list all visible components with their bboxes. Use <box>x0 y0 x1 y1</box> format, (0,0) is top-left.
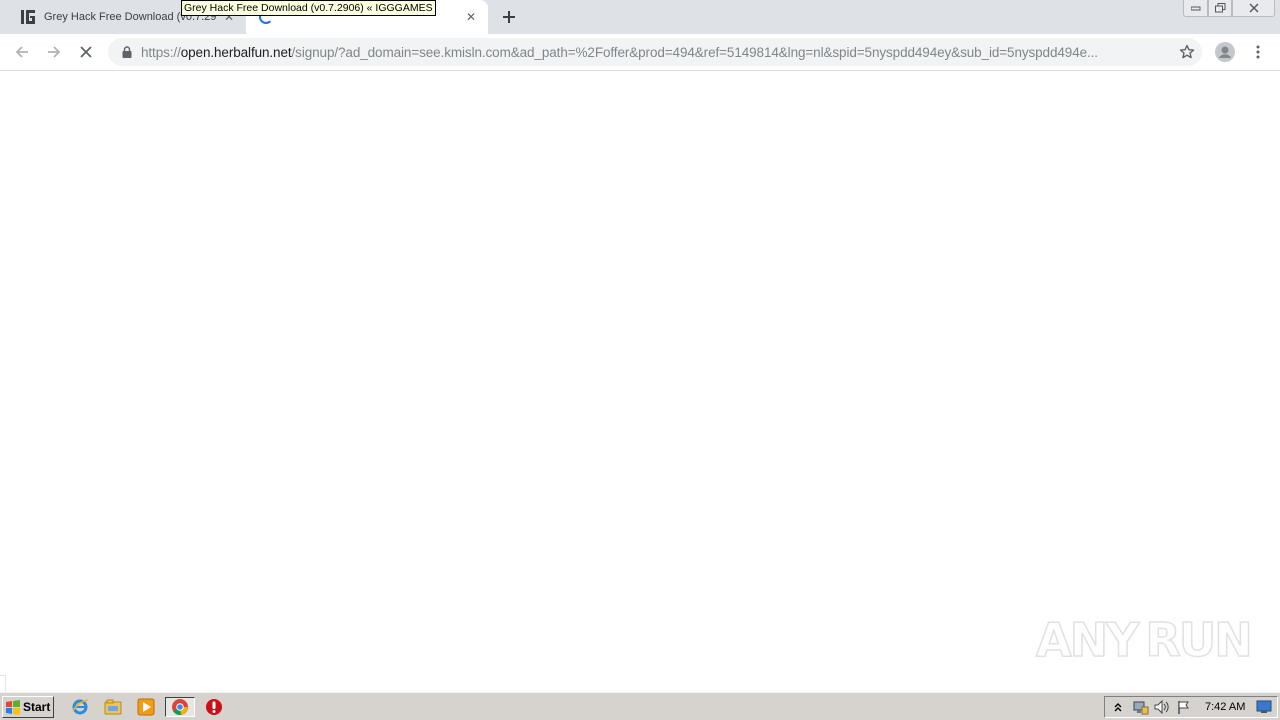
close-window-button[interactable] <box>1232 0 1275 17</box>
avatar-icon <box>1215 42 1235 62</box>
address-bar[interactable]: https://open.herbalfun.net/signup/?ad_do… <box>108 38 1202 66</box>
chrome-icon <box>172 699 188 716</box>
media-player-icon <box>137 698 155 716</box>
back-arrow-icon <box>15 46 28 58</box>
chrome-menu-button[interactable] <box>1245 39 1271 65</box>
start-label: Start <box>23 700 51 714</box>
network-icon[interactable] <box>1131 698 1149 716</box>
watermark-right: RUN <box>1145 612 1254 668</box>
maximize-button[interactable] <box>1208 0 1232 17</box>
url-scheme: https:// <box>141 44 181 60</box>
minimize-icon <box>1190 6 1200 11</box>
stop-button[interactable] <box>73 39 99 65</box>
show-desktop-icon[interactable] <box>1255 698 1273 716</box>
url-text[interactable]: https://open.herbalfun.net/signup/?ad_do… <box>141 45 1174 60</box>
igg-games-icon <box>20 9 36 25</box>
show-hidden-icons-icon[interactable] <box>1109 698 1127 716</box>
windows-flag-icon <box>6 700 20 715</box>
forward-button[interactable] <box>41 39 67 65</box>
internet-explorer-icon <box>72 699 89 715</box>
anyrun-watermark: ANY RUN <box>1035 606 1253 674</box>
plus-icon <box>503 11 515 23</box>
media-player-button[interactable] <box>135 697 157 717</box>
page-viewport[interactable] <box>0 72 1280 692</box>
maximize-icon <box>1214 3 1225 13</box>
action-center-flag-icon[interactable] <box>1175 698 1193 716</box>
opera-icon <box>206 699 222 715</box>
chrome-taskbar-button[interactable] <box>165 697 195 717</box>
internet-explorer-button[interactable] <box>69 697 91 717</box>
windows-explorer-icon <box>104 699 122 715</box>
system-tray: 7:42 AM <box>1104 696 1278 718</box>
status-bubble-edge <box>0 675 6 692</box>
new-tab-button[interactable] <box>498 6 520 28</box>
url-path: /signup/?ad_domain=see.kmisln.com&ad_pat… <box>291 44 1099 60</box>
windows-taskbar: Start 7:42 AM <box>0 692 1280 720</box>
tab-strip: Grey Hack Free Download (v0.7.29 ✕ ✕ Gre… <box>0 0 1280 34</box>
windows-explorer-button[interactable] <box>102 697 124 717</box>
browser-toolbar: https://open.herbalfun.net/signup/?ad_do… <box>0 34 1280 71</box>
watermark-left: ANY <box>1035 612 1140 668</box>
close-tab-icon[interactable]: ✕ <box>462 8 480 26</box>
url-host: open.herbalfun.net <box>180 44 292 60</box>
opera-button[interactable] <box>203 697 225 717</box>
star-icon <box>1179 44 1195 59</box>
kebab-menu-icon <box>1256 45 1260 59</box>
minimize-button[interactable] <box>1183 0 1208 17</box>
back-button[interactable] <box>9 39 35 65</box>
lock-icon[interactable] <box>120 45 134 59</box>
start-button[interactable]: Start <box>2 696 54 718</box>
close-icon <box>1249 3 1258 13</box>
volume-icon[interactable] <box>1153 698 1171 716</box>
bookmark-star-button[interactable] <box>1174 39 1200 65</box>
tab-tooltip: Grey Hack Free Download (v0.7.2906) « IG… <box>181 0 436 16</box>
taskbar-clock[interactable]: 7:42 AM <box>1205 701 1245 713</box>
stop-loading-icon <box>80 46 92 58</box>
profile-button[interactable] <box>1212 39 1238 65</box>
forward-arrow-icon <box>48 46 61 58</box>
